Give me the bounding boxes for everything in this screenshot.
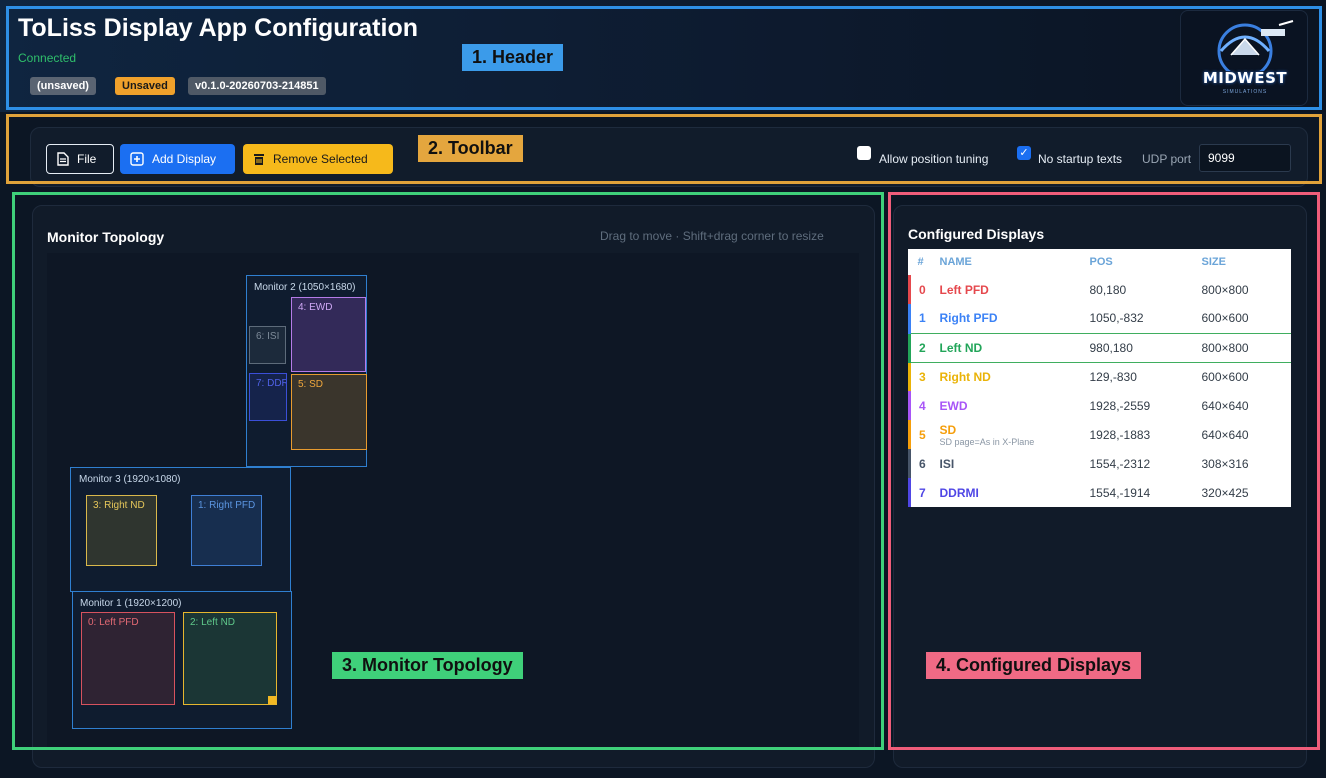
row-name-cell: Left PFD xyxy=(932,275,1082,304)
add-display-button[interactable]: Add Display xyxy=(120,144,235,174)
row-size: 600×600 xyxy=(1201,369,1249,384)
monitor-2-label: Monitor 2 (1050×1680) xyxy=(254,282,356,293)
row-pos: 1554,-2312 xyxy=(1089,456,1151,471)
column-header-pos: POS xyxy=(1089,256,1113,268)
add-display-label: Add Display xyxy=(152,152,217,166)
row-size: 600×600 xyxy=(1201,311,1249,326)
resize-handle[interactable] xyxy=(268,696,276,704)
file-button[interactable]: File xyxy=(46,144,114,174)
row-name-cell: ISI xyxy=(932,449,1082,478)
display-box-right-pfd[interactable]: 1: Right PFD xyxy=(191,495,262,566)
row-size: 640×640 xyxy=(1201,427,1249,442)
row-index: 4 xyxy=(908,391,932,420)
row-name-cell: EWD xyxy=(932,391,1082,420)
row-index: 7 xyxy=(908,478,932,507)
row-name: ISI xyxy=(939,456,955,471)
udp-port-input[interactable] xyxy=(1199,144,1291,172)
row-name: Right ND xyxy=(939,369,991,384)
table-row[interactable]: 4 EWD 1928,-2559 640×640 xyxy=(908,391,1292,420)
row-pos: 129,-830 xyxy=(1089,369,1137,384)
callout-displays: 4. Configured Displays xyxy=(926,652,1142,679)
trash-icon xyxy=(254,154,264,165)
midwest-logo: MIDWEST SIMULATIONS xyxy=(1180,10,1308,106)
display-box-ddrmi[interactable]: 7: DDRMI xyxy=(249,373,287,421)
table-row[interactable]: 3 Right ND 129,-830 600×600 xyxy=(908,362,1292,391)
row-name-cell: Right PFD xyxy=(932,304,1082,333)
row-pos: 1050,-832 xyxy=(1089,311,1144,326)
callout-toolbar: 2. Toolbar xyxy=(418,135,523,162)
row-size: 800×800 xyxy=(1201,340,1249,355)
allow-tuning-checkbox[interactable] xyxy=(857,146,871,160)
allow-tuning-label: Allow position tuning xyxy=(879,152,989,166)
displays-table: # NAME POS SIZE 0 Left PFD 80,180 800×800 1 R… xyxy=(908,249,1291,507)
display-box-isi[interactable]: 6: ISI xyxy=(249,326,286,364)
add-box-icon xyxy=(130,152,144,166)
display-box-ewd[interactable]: 4: EWD xyxy=(291,297,366,372)
row-name: SD xyxy=(939,422,957,437)
table-row[interactable]: 7 DDRMI 1554,-1914 320×425 xyxy=(908,478,1292,507)
topology-hint: Drag to move · Shift+drag corner to resi… xyxy=(600,229,824,243)
table-row[interactable]: 5 SD SD page=As in X-Plane 1928,-1883 640×64… xyxy=(908,420,1292,449)
monitor-3-label: Monitor 3 (1920×1080) xyxy=(79,474,181,485)
topology-title: Monitor Topology xyxy=(47,229,165,245)
row-size: 640×640 xyxy=(1201,398,1249,413)
row-index: 1 xyxy=(908,304,932,333)
table-row[interactable]: 6 ISI 1554,-2312 308×316 xyxy=(908,449,1292,478)
app-title: ToLiss Display App Configuration xyxy=(18,14,418,42)
unsaved-paren-badge: (unsaved) xyxy=(30,77,96,95)
table-row[interactable]: 0 Left PFD 80,180 800×800 xyxy=(908,275,1292,304)
callout-header: 1. Header xyxy=(462,44,564,71)
table-row[interactable]: 1 Right PFD 1050,-832 600×600 xyxy=(908,304,1292,333)
file-icon xyxy=(57,152,69,166)
row-pos: 1928,-2559 xyxy=(1089,398,1151,413)
monitor-1-label: Monitor 1 (1920×1200) xyxy=(80,598,182,609)
row-pos: 1554,-1914 xyxy=(1089,485,1151,500)
row-name: DDRMI xyxy=(939,485,979,500)
row-name-cell: SD SD page=As in X-Plane xyxy=(932,420,1082,449)
logo-text: MIDWEST xyxy=(1202,69,1288,87)
udp-port-label: UDP port xyxy=(1142,152,1192,166)
row-name: Left PFD xyxy=(939,282,989,297)
table-row[interactable]: 2 Left ND 980,180 800×800 xyxy=(908,333,1291,362)
connection-status: Connected xyxy=(18,51,77,65)
row-name-cell: DDRMI xyxy=(932,478,1082,507)
displays-title: Configured Displays xyxy=(908,226,1045,242)
column-header-name: NAME xyxy=(939,256,972,268)
row-name: EWD xyxy=(939,398,968,413)
row-name-cell: Right ND xyxy=(932,362,1082,391)
row-pos: 1928,-1883 xyxy=(1089,427,1151,442)
row-size: 800×800 xyxy=(1201,282,1249,297)
remove-selected-label: Remove Selected xyxy=(273,152,368,166)
version-badge: v0.1.0-20260703-214851 xyxy=(188,77,326,95)
remove-selected-button[interactable]: Remove Selected xyxy=(243,144,393,174)
row-index: 2 xyxy=(908,333,932,362)
row-size: 308×316 xyxy=(1201,456,1249,471)
display-box-right-nd[interactable]: 3: Right ND xyxy=(86,495,157,566)
logo-subtext: SIMULATIONS xyxy=(1222,89,1268,95)
callout-topology: 3. Monitor Topology xyxy=(332,652,523,679)
display-box-left-pfd[interactable]: 0: Left PFD xyxy=(81,612,175,705)
no-startup-label: No startup texts xyxy=(1038,152,1123,166)
row-size: 320×425 xyxy=(1201,485,1249,500)
display-box-sd[interactable]: 5: SD xyxy=(291,374,367,450)
logo-globe-icon xyxy=(1217,20,1294,79)
row-index: 5 xyxy=(908,420,932,449)
row-pos: 80,180 xyxy=(1089,282,1127,297)
row-index: 6 xyxy=(908,449,932,478)
display-box-left-nd[interactable]: 2: Left ND xyxy=(183,612,277,705)
file-button-label: File xyxy=(77,152,97,166)
column-header-size: SIZE xyxy=(1201,256,1226,268)
row-pos: 980,180 xyxy=(1089,340,1133,355)
row-name: Right PFD xyxy=(939,311,998,326)
table-header-row: # NAME POS SIZE xyxy=(910,249,1292,275)
no-startup-checkbox[interactable]: ✓ xyxy=(1017,146,1031,160)
row-index: 0 xyxy=(908,275,932,304)
column-header-index: # xyxy=(917,256,924,268)
unsaved-badge: Unsaved xyxy=(115,77,175,95)
row-note: SD page=As in X-Plane xyxy=(939,436,1035,447)
row-index: 3 xyxy=(908,362,932,391)
row-name: Left ND xyxy=(939,340,983,355)
row-name-cell: Left ND xyxy=(932,333,1082,362)
